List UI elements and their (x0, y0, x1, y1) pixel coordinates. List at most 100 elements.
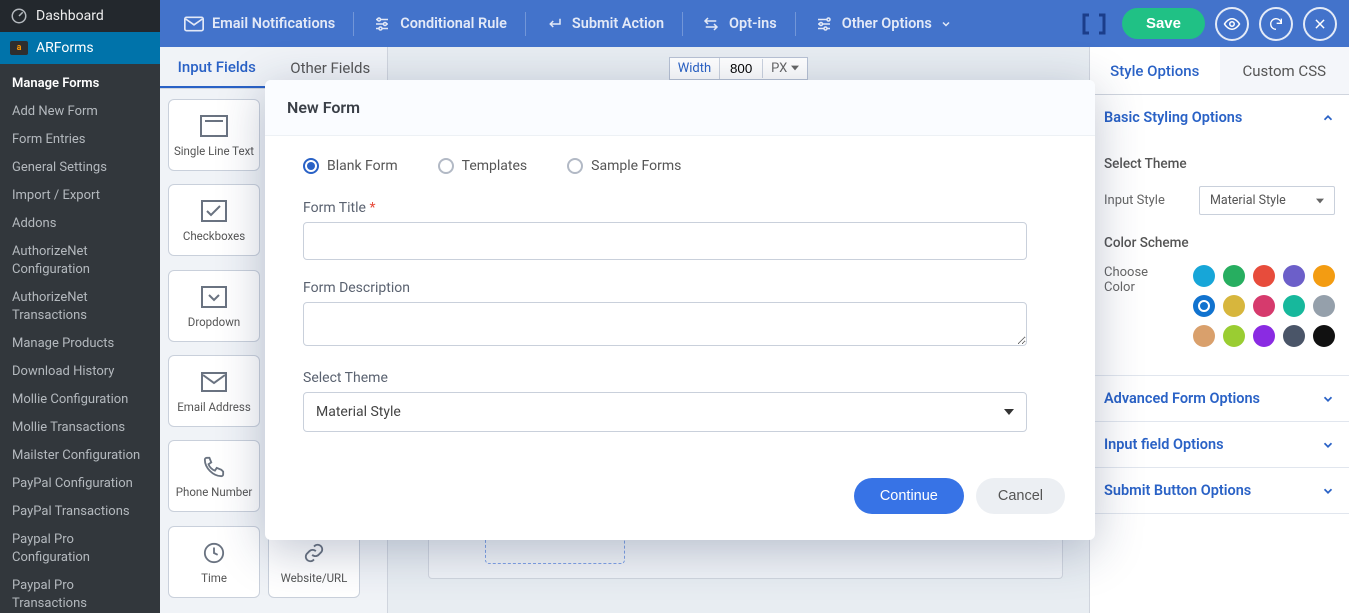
color-swatch[interactable] (1283, 295, 1305, 317)
field-email[interactable]: Email Address (168, 355, 260, 427)
rp-advanced-head[interactable]: Advanced Form Options (1090, 376, 1349, 421)
sidebar-dashboard-label: Dashboard (36, 8, 104, 24)
tab-custom-css[interactable]: Custom CSS (1220, 47, 1349, 94)
sidebar-item-mollie-trans[interactable]: Mollie Transactions (0, 414, 160, 442)
sidebar-item-paypal-trans[interactable]: PayPal Transactions (0, 498, 160, 526)
chevron-up-icon (1321, 111, 1335, 125)
sidebar-item-add-new-form[interactable]: Add New Form (0, 98, 160, 126)
form-title-input[interactable] (303, 222, 1027, 260)
sidebar-item-paypal-config[interactable]: PayPal Configuration (0, 470, 160, 498)
radio-icon (567, 158, 583, 174)
style-panel: Style Options Custom CSS Basic Styling O… (1089, 47, 1349, 613)
sidebar-item-manage-products[interactable]: Manage Products (0, 330, 160, 358)
color-swatch[interactable] (1253, 265, 1275, 287)
chevdown-icon (201, 286, 227, 308)
toolbar-optins-label: Opt-ins (729, 15, 777, 32)
tab-style-options[interactable]: Style Options (1090, 47, 1220, 94)
gauge-icon (10, 7, 28, 25)
color-swatch[interactable] (1253, 325, 1275, 347)
field-label: Email Address (177, 400, 251, 414)
color-swatches (1165, 265, 1335, 347)
toolbar-submit-action[interactable]: Submit Action (532, 9, 676, 39)
field-time[interactable]: Time (168, 526, 260, 598)
sidebar-item-manage-forms[interactable]: Manage Forms (0, 70, 160, 98)
color-swatch[interactable] (1193, 265, 1215, 287)
rp-submitbtn-head[interactable]: Submit Button Options (1090, 468, 1349, 513)
top-toolbar: Email Notifications Conditional Rule Sub… (160, 0, 1349, 47)
modal-theme-select[interactable]: Material Style (303, 392, 1027, 432)
rp-choose-color-label: Choose Color (1104, 265, 1165, 295)
color-swatch[interactable] (1313, 295, 1335, 317)
toolbar-email-notifications[interactable]: Email Notifications (172, 9, 347, 38)
chevron-down-icon (1321, 484, 1335, 498)
form-description-label: Form Description (303, 280, 1065, 296)
width-label: Width (670, 58, 720, 79)
tab-input-fields[interactable]: Input Fields (160, 47, 274, 88)
sidebar-item-addons[interactable]: Addons (0, 210, 160, 238)
form-description-input[interactable] (303, 302, 1027, 346)
toolbar-close-button[interactable] (1303, 7, 1337, 41)
width-input[interactable] (720, 59, 762, 78)
chevron-down-icon (940, 18, 952, 30)
sidebar-dashboard[interactable]: Dashboard (0, 0, 160, 32)
field-dropdown[interactable]: Dropdown (168, 270, 260, 342)
color-swatch[interactable] (1313, 265, 1335, 287)
color-swatch[interactable] (1223, 265, 1245, 287)
sidebar-item-download-history[interactable]: Download History (0, 358, 160, 386)
rp-basic-head[interactable]: Basic Styling Options (1090, 95, 1349, 140)
text-line-icon (200, 115, 228, 137)
sidebar-item-authorizenet-trans[interactable]: AuthorizeNet Transactions (0, 284, 160, 330)
sidebar-item-paypalpro-config[interactable]: Paypal Pro Configuration (0, 526, 160, 572)
sidebar-brand[interactable]: a ARForms (0, 32, 160, 64)
input-style-select[interactable]: Material Style (1199, 186, 1335, 215)
mail-icon (201, 372, 227, 392)
radio-label: Sample Forms (591, 158, 681, 174)
caret-down-icon (1004, 409, 1014, 415)
sidebar-item-form-entries[interactable]: Form Entries (0, 126, 160, 154)
caret-down-icon (791, 65, 799, 71)
width-unit-select[interactable]: PX (762, 59, 807, 78)
toolbar-separator (353, 12, 354, 36)
sidebar-item-import-export[interactable]: Import / Export (0, 182, 160, 210)
color-swatch[interactable] (1283, 265, 1305, 287)
color-swatch[interactable] (1193, 295, 1215, 317)
radio-sample-forms[interactable]: Sample Forms (567, 158, 681, 174)
rp-inputfield-head[interactable]: Input field Options (1090, 422, 1349, 467)
sidebar-item-authorizenet-config[interactable]: AuthorizeNet Configuration (0, 238, 160, 284)
color-swatch[interactable] (1313, 325, 1335, 347)
sidebar-item-mailster-config[interactable]: Mailster Configuration (0, 442, 160, 470)
modal-title: New Form (265, 80, 1095, 136)
save-button[interactable]: Save (1122, 8, 1205, 39)
toolbar-preview-button[interactable] (1215, 7, 1249, 41)
toolbar-refresh-button[interactable] (1259, 7, 1293, 41)
color-swatch[interactable] (1223, 325, 1245, 347)
toolbar-conditional-label: Conditional Rule (400, 15, 507, 32)
field-single-line-text[interactable]: Single Line Text (168, 99, 260, 171)
color-swatch[interactable] (1283, 325, 1305, 347)
toolbar-optins[interactable]: Opt-ins (689, 9, 789, 39)
form-title-label: Form Title * (303, 200, 1065, 216)
continue-button[interactable]: Continue (854, 478, 964, 514)
radio-icon (438, 158, 454, 174)
toolbar-other-options[interactable]: Other Options (802, 9, 964, 39)
cancel-button[interactable]: Cancel (976, 478, 1065, 514)
toolbar-separator (682, 12, 683, 36)
toolbar-separator (795, 12, 796, 36)
color-swatch[interactable] (1223, 295, 1245, 317)
radio-blank-form[interactable]: Blank Form (303, 158, 398, 174)
color-swatch[interactable] (1193, 325, 1215, 347)
toolbar-shortcode-button[interactable] (1076, 10, 1112, 38)
field-label: Website/URL (281, 571, 348, 585)
sidebar-item-mollie-config[interactable]: Mollie Configuration (0, 386, 160, 414)
new-form-modal: New Form Blank Form Templates Sample For… (265, 80, 1095, 540)
rp-select-theme-label: Select Theme (1104, 156, 1335, 172)
sidebar-item-general-settings[interactable]: General Settings (0, 154, 160, 182)
field-checkboxes[interactable]: Checkboxes (168, 184, 260, 256)
toolbar-conditional-rule[interactable]: Conditional Rule (360, 9, 519, 39)
radio-templates[interactable]: Templates (438, 158, 528, 174)
color-swatch[interactable] (1253, 295, 1275, 317)
field-label: Checkboxes (183, 229, 245, 243)
modal-theme-value: Material Style (316, 404, 401, 420)
field-phone[interactable]: Phone Number (168, 440, 260, 512)
sidebar-item-paypalpro-trans[interactable]: Paypal Pro Transactions (0, 572, 160, 613)
